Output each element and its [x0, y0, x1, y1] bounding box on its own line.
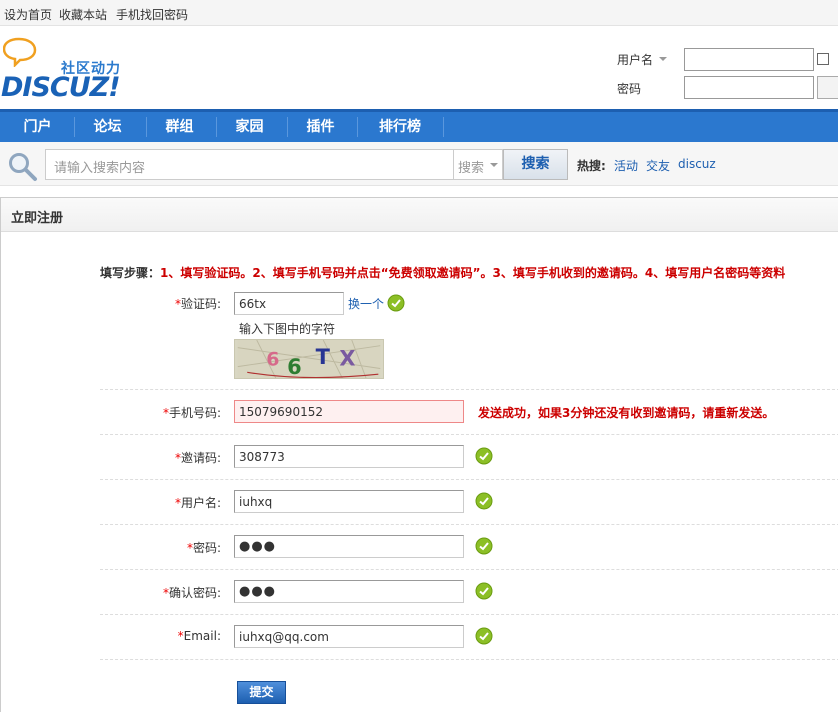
username-label: *用户名: [174, 496, 221, 510]
captcha-input[interactable]: 66tx [234, 292, 344, 315]
auto-login-checkbox[interactable] [817, 53, 829, 65]
bookmark-site-link[interactable]: 收藏本站 [59, 6, 107, 23]
password-label: *密码: [186, 541, 221, 555]
check-icon [475, 582, 493, 600]
form-divider [100, 389, 838, 390]
chevron-down-icon[interactable] [659, 57, 667, 61]
invite-code-input[interactable]: 308773 [234, 445, 464, 468]
svg-text:6: 6 [266, 349, 279, 371]
register-steps: 填写步骤：1、填写验证码。2、填写手机号码并点击“免费领取邀请码”。3、填写手机… [100, 264, 785, 281]
hot-search-link[interactable]: discuz [678, 157, 716, 171]
form-divider [100, 434, 838, 435]
captcha-hint: 输入下图中的字符 [239, 322, 336, 336]
set-homepage-link[interactable]: 设为首页 [4, 6, 52, 23]
logo-bubble-icon [3, 37, 37, 67]
phone-label: *手机号码: [162, 406, 221, 420]
email-input[interactable]: iuhxq@qq.com [234, 625, 464, 648]
nav-item-ranking[interactable]: 排行榜 [364, 112, 436, 142]
logo-brand[interactable]: DISCUZ! [1, 74, 121, 102]
phone-status-message: 发送成功，如果3分钟还没有收到邀请码，请重新发送。 [478, 406, 775, 420]
login-username-input[interactable] [684, 48, 814, 71]
form-divider [100, 479, 838, 480]
svg-text:T: T [316, 345, 331, 369]
check-icon [387, 294, 405, 312]
check-icon [475, 537, 493, 555]
form-divider [100, 659, 838, 660]
mobile-recover-password-link[interactable]: 手机找回密码 [116, 6, 188, 23]
nav-item-forum[interactable]: 论坛 [80, 112, 135, 142]
svg-text:X: X [339, 347, 355, 371]
chevron-down-icon[interactable] [490, 163, 498, 167]
captcha-label: *验证码: [174, 297, 221, 311]
login-button[interactable] [817, 76, 838, 99]
confirm-password-input[interactable]: ●●● [234, 580, 464, 603]
phone-input[interactable]: 15079690152 [234, 400, 464, 423]
login-password-input[interactable] [684, 76, 814, 99]
form-divider [100, 569, 838, 570]
search-icon [9, 153, 37, 181]
hot-search-link[interactable]: 交友 [646, 157, 670, 174]
hot-search-link[interactable]: 活动 [614, 157, 638, 174]
svg-text:6: 6 [287, 355, 302, 379]
nav-item-portal[interactable]: 门户 [10, 112, 65, 142]
page-title: 立即注册 [11, 211, 64, 226]
search-input[interactable]: 请输入搜索内容 [45, 149, 455, 180]
captcha-swap-link[interactable]: 换一个 [348, 295, 384, 312]
form-divider [100, 614, 838, 615]
nav-item-home[interactable]: 家园 [222, 112, 277, 142]
search-button[interactable]: 搜索 [503, 149, 568, 180]
top-bar: 设为首页 收藏本站 手机找回密码 [0, 0, 838, 26]
nav-item-group[interactable]: 群组 [152, 112, 207, 142]
check-icon [475, 447, 493, 465]
steps-label: 填写步骤： [100, 266, 161, 280]
form-divider [100, 524, 838, 525]
login-username-label[interactable]: 用户名 [617, 51, 653, 68]
check-icon [475, 492, 493, 510]
email-label: *Email: [177, 629, 221, 643]
check-icon [475, 627, 493, 645]
login-password-label: 密码 [617, 82, 642, 96]
submit-button[interactable]: 提交 [237, 681, 286, 704]
hot-search-label: 热搜: [577, 159, 606, 173]
confirm-password-label: *确认密码: [162, 586, 221, 600]
steps-text: 1、填写验证码。2、填写手机号码并点击“免费领取邀请码”。3、填写手机收到的邀请… [160, 266, 786, 280]
captcha-image[interactable]: 6 6 T X [234, 339, 384, 379]
username-input[interactable]: iuhxq [234, 490, 464, 513]
invite-code-label: *邀请码: [174, 451, 221, 465]
password-input[interactable]: ●●● [234, 535, 464, 558]
panel-header [1, 198, 838, 232]
main-nav: 门户 论坛 群组 家园 插件 排行榜 [0, 109, 838, 142]
nav-item-plugins[interactable]: 插件 [293, 112, 348, 142]
